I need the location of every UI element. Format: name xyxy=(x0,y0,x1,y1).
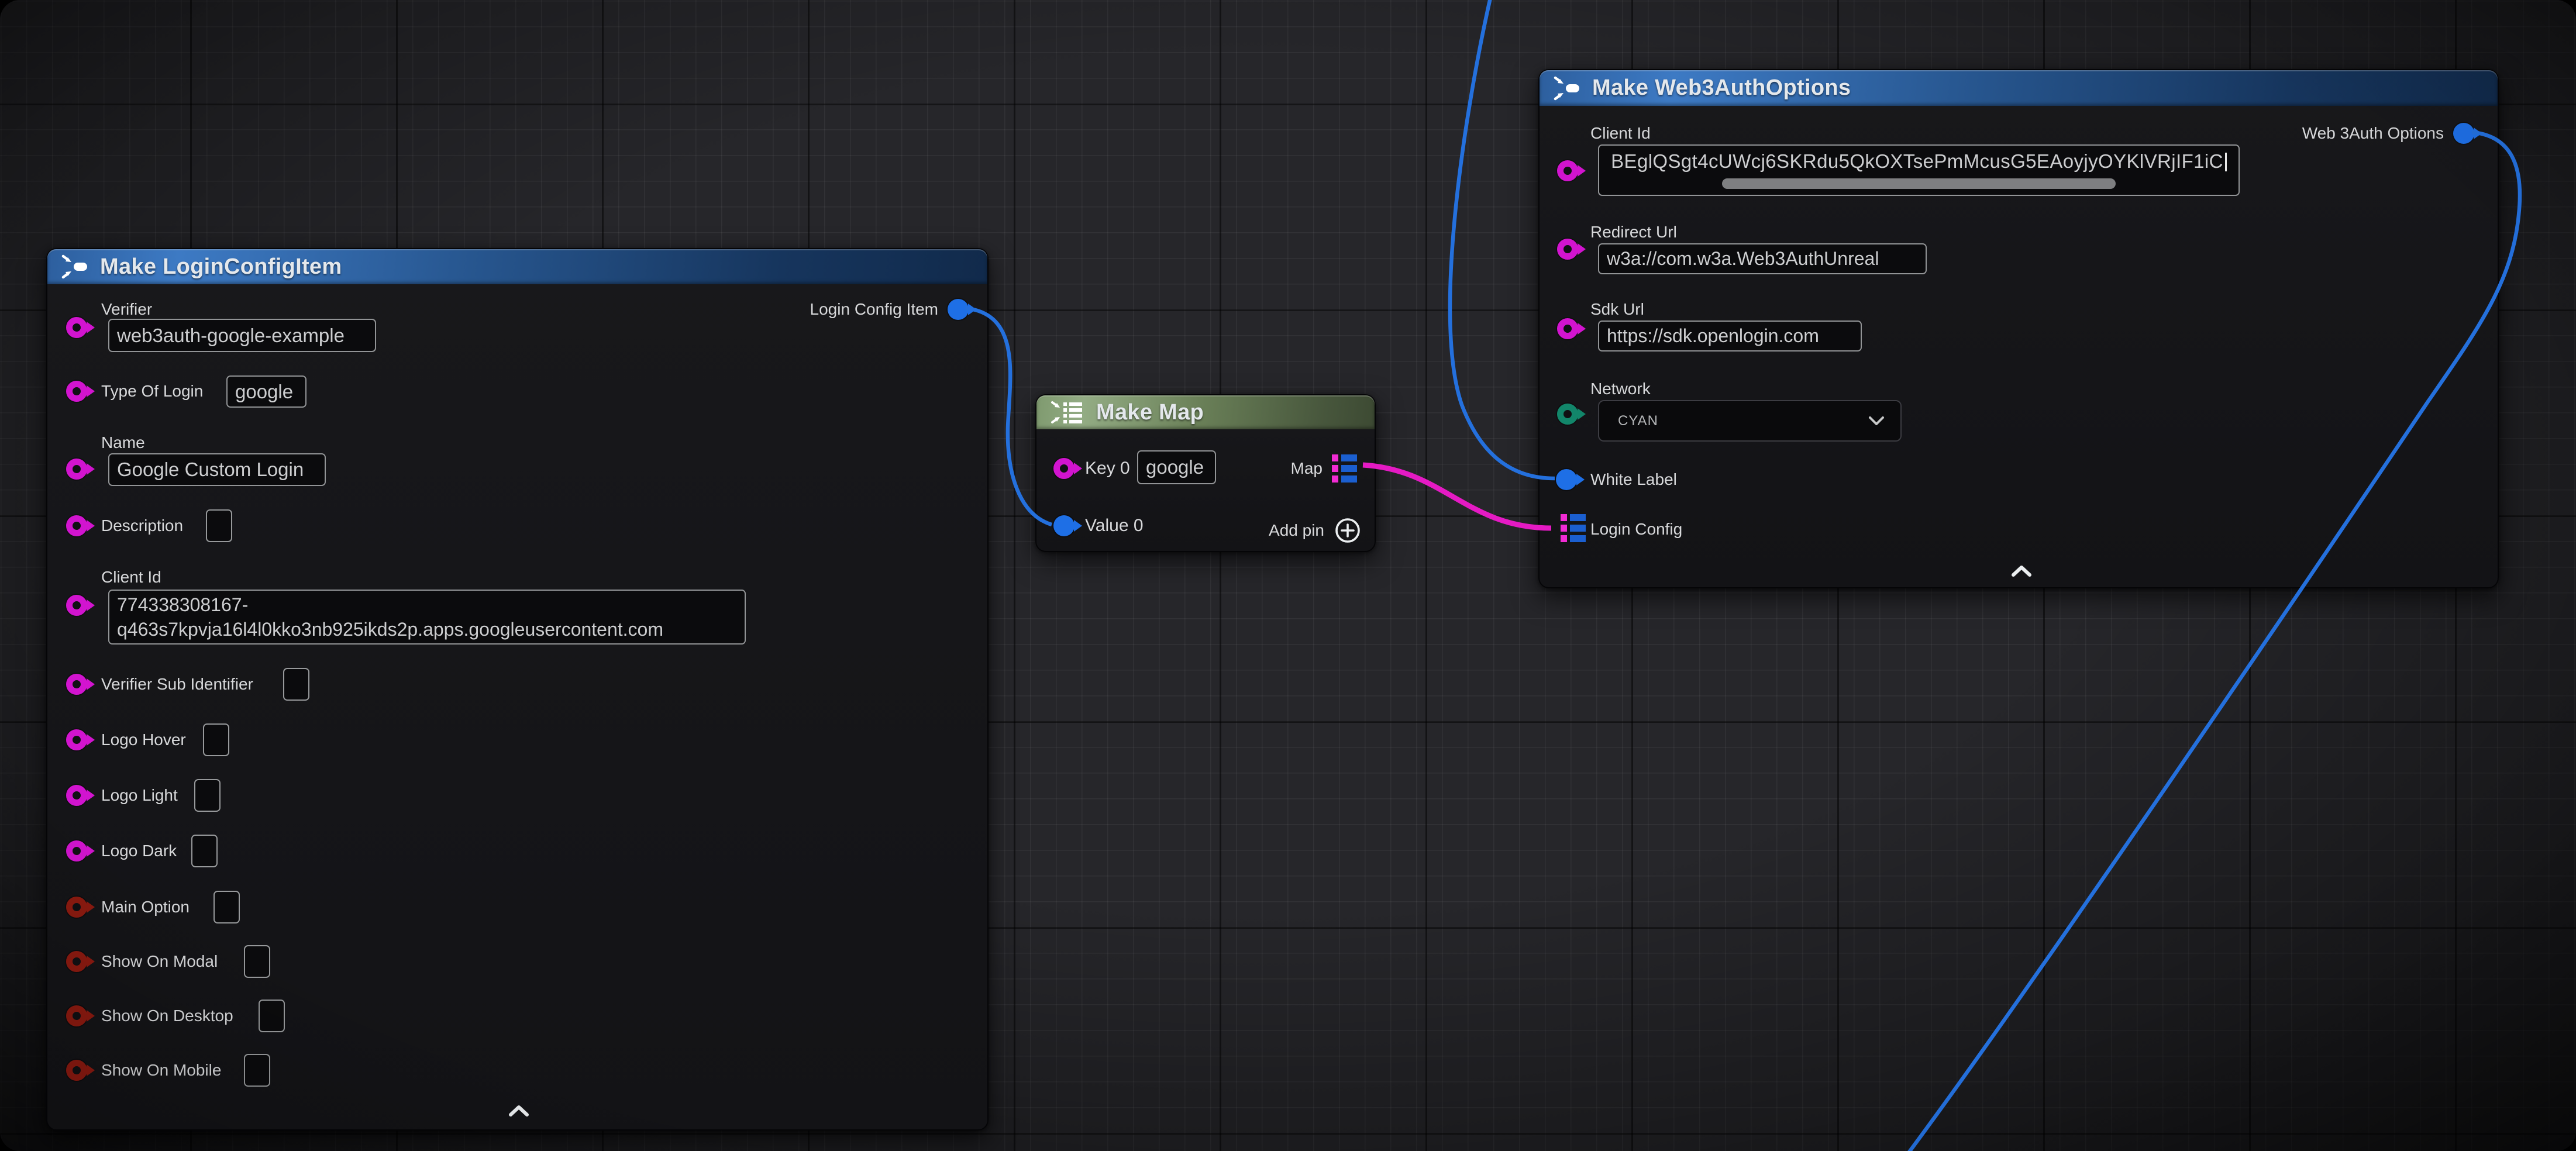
main-option-checkbox[interactable] xyxy=(213,891,240,923)
pin-key-0[interactable] xyxy=(1053,458,1075,479)
pin-label-logo-dark: Logo Dark xyxy=(101,842,177,860)
pin-white-label[interactable] xyxy=(1556,469,1577,490)
pin-network[interactable] xyxy=(1557,404,1578,425)
node-title: Make Web3AuthOptions xyxy=(1592,75,1851,101)
pin-name[interactable] xyxy=(66,459,87,480)
pin-logo-hover[interactable] xyxy=(66,729,87,750)
pin-client-id[interactable] xyxy=(66,595,87,616)
pin-label-white-label: White Label xyxy=(1590,470,1677,489)
client-id-input[interactable]: 774338308167- q463s7kpvja16l4l0kko3nb925… xyxy=(108,590,746,645)
collapse-node-chevron-icon[interactable] xyxy=(508,1104,530,1117)
pin-verifier[interactable] xyxy=(66,317,87,338)
pin-login-config[interactable] xyxy=(1561,514,1586,542)
client-id-scrollbar-thumb[interactable] xyxy=(1722,178,2116,189)
add-pin-icon xyxy=(1334,516,1362,545)
node-make-loginconfigitem[interactable]: Make LoginConfigItem Verifier web3auth-g… xyxy=(46,248,989,1131)
pin-label-login-config: Login Config xyxy=(1590,520,1682,539)
type-of-login-input[interactable]: google xyxy=(226,375,306,408)
pin-web3auth-options-out[interactable] xyxy=(2453,123,2474,144)
logo-light-input[interactable] xyxy=(194,779,221,812)
logo-hover-input[interactable] xyxy=(203,723,229,756)
make-struct-icon xyxy=(61,254,88,279)
pin-client-id[interactable] xyxy=(1557,160,1578,181)
node-title: Make LoginConfigItem xyxy=(100,254,342,280)
pin-label-show-on-desktop: Show On Desktop xyxy=(101,1007,233,1025)
verifier-input[interactable]: web3auth-google-example xyxy=(108,319,376,352)
pin-show-on-desktop[interactable] xyxy=(66,1005,87,1026)
pin-map-out[interactable] xyxy=(1332,454,1357,483)
pin-label-map: Map xyxy=(1291,459,1323,478)
pin-logo-light[interactable] xyxy=(66,785,87,806)
logo-dark-input[interactable] xyxy=(191,835,218,867)
pin-show-on-modal[interactable] xyxy=(66,951,87,972)
show-on-mobile-checkbox[interactable] xyxy=(244,1054,270,1087)
pin-label-logo-hover: Logo Hover xyxy=(101,730,186,749)
pin-label-key-0: Key 0 xyxy=(1085,459,1130,478)
pin-label-redirect-url: Redirect Url xyxy=(1590,223,1677,242)
node-title: Make Map xyxy=(1096,400,1204,425)
node-header-make-loginconfigitem[interactable]: Make LoginConfigItem xyxy=(47,249,987,284)
node-make-map[interactable]: Make Map Key 0 google Map Value 0 Add pi… xyxy=(1035,394,1376,552)
key-0-input[interactable]: google xyxy=(1137,450,1216,484)
network-dropdown-value: CYAN xyxy=(1618,413,1658,429)
node-header-make-map[interactable]: Make Map xyxy=(1036,395,1375,429)
pin-value-0[interactable] xyxy=(1053,515,1075,536)
blueprint-graph-canvas[interactable]: Make LoginConfigItem Verifier web3auth-g… xyxy=(0,0,2576,1151)
pin-label-description: Description xyxy=(101,516,183,535)
pin-label-verifier-sub-identifier: Verifier Sub Identifier xyxy=(101,675,253,694)
network-dropdown[interactable]: CYAN xyxy=(1598,400,1902,442)
pin-description[interactable] xyxy=(66,515,87,536)
redirect-url-input[interactable]: w3a://com.w3a.Web3AuthUnreal xyxy=(1598,243,1927,274)
pin-label-main-option: Main Option xyxy=(101,898,190,916)
pin-type-of-login[interactable] xyxy=(66,381,87,402)
add-pin-button[interactable]: Add pin xyxy=(1269,516,1362,545)
pin-label-network: Network xyxy=(1590,380,1651,398)
show-on-desktop-checkbox[interactable] xyxy=(259,1000,285,1032)
pin-label-value-0: Value 0 xyxy=(1085,516,1144,536)
collapse-node-chevron-icon[interactable] xyxy=(2010,564,2033,577)
pin-row-web3auth-options-out: Web 3Auth Options xyxy=(2302,123,2474,144)
pin-label-show-on-mobile: Show On Mobile xyxy=(101,1061,221,1080)
make-map-icon xyxy=(1051,400,1084,425)
verifier-sub-identifier-input[interactable] xyxy=(283,668,309,701)
pin-label-client-id: Client Id xyxy=(1590,124,1651,143)
pin-logo-dark[interactable] xyxy=(66,840,87,861)
pin-row-login-config-item-out: Login Config Item xyxy=(810,299,969,320)
chevron-down-icon xyxy=(1868,416,1885,426)
pin-label-web3auth-options: Web 3Auth Options xyxy=(2302,124,2444,143)
add-pin-label: Add pin xyxy=(1269,521,1324,540)
pin-show-on-mobile[interactable] xyxy=(66,1060,87,1081)
pin-redirect-url[interactable] xyxy=(1557,239,1578,260)
show-on-modal-checkbox[interactable] xyxy=(244,945,270,978)
sdk-url-input[interactable]: https://sdk.openlogin.com xyxy=(1598,321,1862,351)
pin-label-verifier: Verifier xyxy=(101,300,152,319)
pin-main-option[interactable] xyxy=(66,897,87,918)
make-struct-icon xyxy=(1554,76,1580,101)
client-id-input[interactable]: BEglQSgt4cUWcj6SKRdu5QkOXTsePmMcusG5EAoy… xyxy=(1598,144,2240,196)
pin-label-sdk-url: Sdk Url xyxy=(1590,300,1644,319)
node-header-make-web3authoptions[interactable]: Make Web3AuthOptions xyxy=(1540,70,2498,106)
pin-label-client-id: Client Id xyxy=(101,568,161,587)
description-input[interactable] xyxy=(206,509,232,542)
name-input[interactable]: Google Custom Login xyxy=(108,453,326,486)
pin-label-type-of-login: Type Of Login xyxy=(101,382,203,401)
pin-label-login-config-item: Login Config Item xyxy=(810,300,938,319)
pin-label-logo-light: Logo Light xyxy=(101,786,178,805)
pin-row-map-out: Map xyxy=(1291,454,1357,483)
pin-verifier-sub-identifier[interactable] xyxy=(66,674,87,695)
pin-label-show-on-modal: Show On Modal xyxy=(101,952,218,971)
pin-sdk-url[interactable] xyxy=(1557,318,1578,339)
pin-label-name: Name xyxy=(101,433,145,452)
